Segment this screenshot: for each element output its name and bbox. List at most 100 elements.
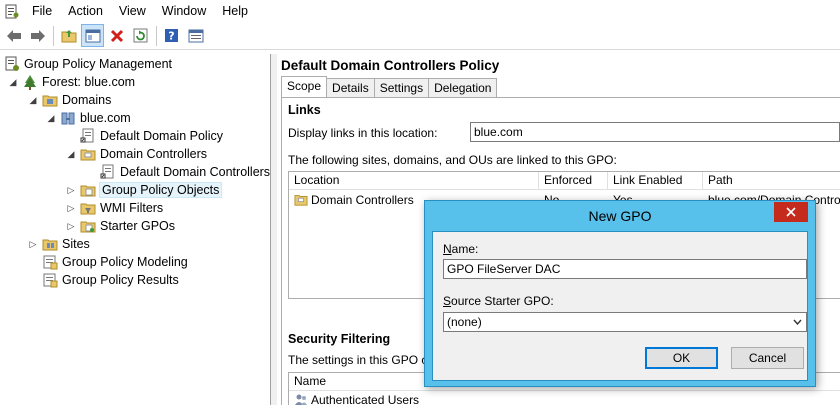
dialog-body: Name: GPO FileServer DAC Source Starter … <box>432 231 808 381</box>
tab-delegation[interactable]: Delegation <box>428 78 498 97</box>
starter-folder-icon <box>80 218 96 234</box>
tree-label: Default Domain Controllers I <box>120 165 271 179</box>
menu-file[interactable]: File <box>24 0 60 22</box>
tree-item-wmi-filters[interactable]: ▷ WMI Filters <box>66 199 164 217</box>
collapse-icon[interactable]: ◢ <box>46 113 56 123</box>
gpo-link-icon <box>80 128 96 144</box>
up-folder-icon[interactable] <box>57 24 80 47</box>
linked-description: The following sites, domains, and OUs ar… <box>288 153 617 167</box>
gpo-link-icon <box>100 164 116 180</box>
toolbar-separator <box>53 25 54 46</box>
tree-item-results[interactable]: Group Policy Results <box>42 271 179 289</box>
new-gpo-dialog: New GPO Name: GPO FileServer DAC Source … <box>424 200 816 387</box>
forward-icon[interactable] <box>26 24 49 47</box>
console-tree[interactable]: Group Policy Management ◢ Forest: blue.c… <box>0 54 271 405</box>
delete-icon[interactable] <box>105 24 128 47</box>
menu-view[interactable]: View <box>111 0 154 22</box>
table-row[interactable]: Authenticated Users <box>289 391 419 405</box>
source-starter-select[interactable]: (none) <box>443 312 807 332</box>
security-row-text: Authenticated Users <box>311 392 420 405</box>
source-starter-label: Source Starter GPO: <box>443 294 554 308</box>
tree-item-domain[interactable]: ◢ blue.com <box>46 109 131 127</box>
gpo-folder-icon <box>80 182 96 198</box>
page-title: Default Domain Controllers Policy <box>281 58 500 73</box>
tab-settings[interactable]: Settings <box>373 78 430 97</box>
tree-label: Domains <box>62 93 112 107</box>
expand-icon[interactable]: ▷ <box>66 221 76 231</box>
gpo-name-input[interactable]: GPO FileServer DAC <box>443 259 807 279</box>
tree-label: Sites <box>62 237 90 251</box>
tree-item-default-domain-policy[interactable]: Default Domain Policy <box>80 127 223 145</box>
back-icon[interactable] <box>2 24 25 47</box>
users-group-icon <box>294 393 308 405</box>
cell-name: Authenticated Users <box>289 393 419 405</box>
ok-button[interactable]: OK <box>645 347 718 369</box>
modeling-icon <box>42 254 58 270</box>
tree-item-sites[interactable]: ▷ Sites <box>28 235 90 253</box>
results-icon <box>42 272 58 288</box>
tree-item-domains[interactable]: ◢ Domains <box>28 91 112 109</box>
tree-label: Group Policy Management <box>24 57 172 71</box>
tree-label: Starter GPOs <box>100 219 176 233</box>
tree-label: Group Policy Results <box>62 273 179 287</box>
tab-details[interactable]: Details <box>326 78 375 97</box>
tree-label: Group Policy Modeling <box>62 255 188 269</box>
menu-help[interactable]: Help <box>214 0 256 22</box>
expand-icon[interactable]: ▷ <box>66 203 76 213</box>
col-enforced[interactable]: Enforced <box>539 172 608 190</box>
name-label: Name: <box>443 242 478 256</box>
close-button[interactable] <box>774 202 808 222</box>
display-links-field[interactable]: blue.com <box>470 122 840 142</box>
collapse-icon[interactable]: ◢ <box>28 95 38 105</box>
col-path[interactable]: Path <box>703 172 840 190</box>
tree-label: Group Policy Objects <box>98 182 223 198</box>
help-icon[interactable]: ? <box>160 24 183 47</box>
tree-item-default-dc-policy[interactable]: Default Domain Controllers I <box>100 163 271 181</box>
tree-item-forest[interactable]: ◢ Forest: blue.com <box>8 73 135 91</box>
tree-item-modeling[interactable]: Group Policy Modeling <box>42 253 188 271</box>
expand-icon[interactable]: ▷ <box>66 185 76 195</box>
menu-window[interactable]: Window <box>154 0 214 22</box>
tree-item-group-policy-objects[interactable]: ▷ Group Policy Objects <box>66 181 223 199</box>
wmi-folder-icon <box>80 200 96 216</box>
forest-icon <box>22 74 38 90</box>
col-link-enabled[interactable]: Link Enabled <box>608 172 703 190</box>
ou-folder-icon <box>294 193 308 206</box>
col-location[interactable]: Location <box>289 172 539 190</box>
tree-label: blue.com <box>80 111 131 125</box>
svg-text:?: ? <box>168 30 174 43</box>
collapse-icon[interactable]: ◢ <box>66 149 76 159</box>
refresh-icon[interactable] <box>129 24 152 47</box>
expand-icon[interactable]: ▷ <box>28 239 38 249</box>
toolbar: ? <box>0 22 840 50</box>
domain-icon <box>60 110 76 126</box>
links-heading: Links <box>288 103 321 117</box>
gpmc-app-icon[interactable] <box>4 3 20 19</box>
dialog-title: New GPO <box>588 208 652 224</box>
properties-icon[interactable] <box>184 24 207 47</box>
menu-action[interactable]: Action <box>60 0 111 22</box>
source-label-text: ource Starter GPO: <box>451 294 554 308</box>
location-text: Domain Controllers <box>311 192 414 207</box>
chevron-down-icon[interactable] <box>791 314 803 330</box>
tree-item-root[interactable]: Group Policy Management <box>4 55 172 73</box>
domains-folder-icon <box>42 92 58 108</box>
source-starter-value: (none) <box>447 315 482 329</box>
security-description: The settings in this GPO can <box>288 353 441 367</box>
tree-label: Domain Controllers <box>100 147 207 161</box>
cancel-button[interactable]: Cancel <box>731 347 804 369</box>
tree-item-domain-controllers[interactable]: ◢ Domain Controllers <box>66 145 207 163</box>
name-label-accelerator: N <box>443 242 452 256</box>
collapse-icon[interactable]: ◢ <box>8 77 18 87</box>
security-filtering-heading: Security Filtering <box>288 332 391 346</box>
tree-item-starter-gpos[interactable]: ▷ Starter GPOs <box>66 217 176 235</box>
name-label-text: ame: <box>451 242 479 256</box>
tree-label: Default Domain Policy <box>100 129 223 143</box>
menu-bar: File Action View Window Help <box>0 0 840 22</box>
tab-strip: Scope Details Settings Delegation <box>281 76 498 98</box>
gpmc-icon <box>4 56 20 72</box>
show-hide-tree-icon[interactable] <box>81 24 104 47</box>
sites-folder-icon <box>42 236 58 252</box>
tab-scope[interactable]: Scope <box>281 76 328 97</box>
source-label-accelerator: S <box>443 294 452 308</box>
